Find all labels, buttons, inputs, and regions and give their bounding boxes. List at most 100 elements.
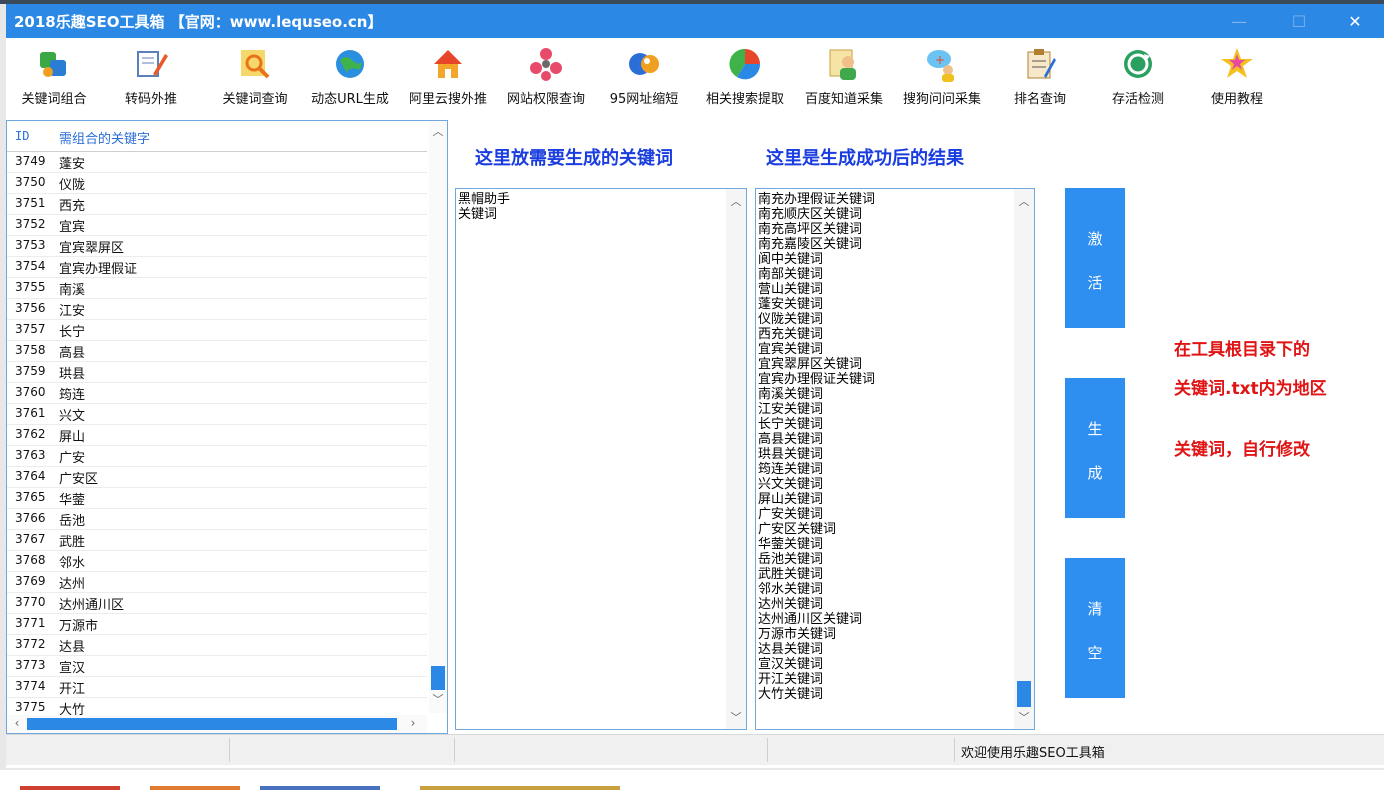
table-row[interactable]: 3773 宣汉 <box>7 656 427 677</box>
keyword-rows: 3749 蓬安 3750 仪陇 3751 西充 3752 宜宾 3753 宜宾翠屏区 3754 宜宾办… <box>7 152 427 719</box>
minimize-button[interactable]: — <box>1216 4 1262 38</box>
status-cell-4 <box>768 738 955 762</box>
result-heading: 这里是生成成功后的结果 <box>766 148 964 169</box>
table-row[interactable]: 3772 达县 <box>7 635 427 656</box>
table-row[interactable]: 3758 高县 <box>7 341 427 362</box>
table-row[interactable]: 3759 珙县 <box>7 362 427 383</box>
result-text: 南充办理假证关键词 南充顺庆区关键词 南充高坪区关键词 南充嘉陵区关键词 阆中关… <box>758 192 876 702</box>
scroll-up-icon[interactable]: ︿ <box>726 193 746 209</box>
table-row[interactable]: 3763 广安 <box>7 446 427 467</box>
table-row[interactable]: 3765 华蓥 <box>7 488 427 509</box>
close-button[interactable]: ✕ <box>1332 4 1378 38</box>
maximize-icon: ☐ <box>1291 11 1307 31</box>
scroll-up-icon[interactable]: ︿ <box>1014 193 1034 209</box>
table-row[interactable]: 3770 达州通川区 <box>7 593 427 614</box>
table-row[interactable]: 3757 长宁 <box>7 320 427 341</box>
toolbar-item-dynamic-url[interactable]: 动态URL生成 <box>306 46 394 116</box>
related-search-icon <box>729 48 761 80</box>
table-row[interactable]: 3756 江安 <box>7 299 427 320</box>
row-id: 3766 <box>15 511 46 525</box>
row-id: 3774 <box>15 679 46 693</box>
row-keyword: 屏山 <box>59 430 86 445</box>
row-keyword: 仪陇 <box>59 178 86 193</box>
toolbar-item-aliyun-push[interactable]: 阿里云搜外推 <box>402 46 494 116</box>
toolbar-item-keyword-combo[interactable]: 关键词组合 <box>10 46 98 116</box>
row-keyword: 岳池 <box>59 514 86 529</box>
row-id: 3772 <box>15 637 46 651</box>
scroll-down-icon[interactable]: ﹀ <box>1014 709 1034 725</box>
row-id: 3762 <box>15 427 46 441</box>
table-row[interactable]: 3760 筠连 <box>7 383 427 404</box>
scroll-up-icon[interactable]: ︿ <box>429 123 447 139</box>
toolbar-item-site-authority[interactable]: 网站权限查询 <box>500 46 592 116</box>
table-row[interactable]: 3753 宜宾翠屏区 <box>7 236 427 257</box>
table-row[interactable]: 3767 武胜 <box>7 530 427 551</box>
column-header-id[interactable]: ID <box>15 129 29 143</box>
table-row[interactable]: 3761 兴文 <box>7 404 427 425</box>
url-shorten-icon <box>629 53 659 75</box>
input-scrollbar[interactable]: ︿ ﹀ <box>726 189 746 729</box>
scroll-down-icon[interactable]: ﹀ <box>429 691 447 707</box>
column-header-keyword[interactable]: 需组合的关键字 <box>59 128 150 147</box>
row-keyword: 兴文 <box>59 409 86 424</box>
row-keyword: 宜宾翠屏区 <box>59 241 125 256</box>
row-keyword: 华蓥 <box>59 493 86 508</box>
row-keyword: 江安 <box>59 304 86 319</box>
row-id: 3752 <box>15 217 46 231</box>
row-id: 3769 <box>15 574 46 588</box>
input-keywords-text: 黑帽助手 关键词 <box>458 192 511 222</box>
toolbar-item-keyword-query[interactable]: 关键词查询 <box>210 46 300 116</box>
table-row[interactable]: 3762 屏山 <box>7 425 427 446</box>
row-keyword: 高县 <box>59 346 86 361</box>
toolbar-item-related-search[interactable]: 相关搜索提取 <box>696 46 794 116</box>
scroll-down-icon[interactable]: ﹀ <box>726 709 746 725</box>
row-keyword: 武胜 <box>59 535 86 550</box>
app-window: 2018乐趣SEO工具箱 【官网：www.lequseo.cn】 — ☐ ✕ 关… <box>6 4 1384 768</box>
scroll-left-icon[interactable]: ‹ <box>9 716 25 732</box>
scrollbar-thumb[interactable] <box>431 666 445 690</box>
table-row[interactable]: 3769 达州 <box>7 572 427 593</box>
toolbar-item-transcode-push[interactable]: 转码外推 <box>112 46 190 116</box>
table-row[interactable]: 3774 开江 <box>7 677 427 698</box>
row-keyword: 广安 <box>59 451 86 466</box>
alive-check-icon <box>1124 50 1152 78</box>
table-row[interactable]: 3766 岳池 <box>7 509 427 530</box>
result-scrollbar[interactable]: ︿ ﹀ <box>1014 189 1034 729</box>
toolbar-item-baidu-zhidao[interactable]: 百度知道采集 <box>798 46 890 116</box>
toolbar-item-url-shorten[interactable]: 95网址缩短 <box>602 46 686 116</box>
table-row[interactable]: 3764 广安区 <box>7 467 427 488</box>
scrollbar-thumb[interactable] <box>1017 681 1031 707</box>
scroll-right-icon[interactable]: › <box>405 716 421 732</box>
table-row[interactable]: 3750 仪陇 <box>7 173 427 194</box>
list-horizontal-scrollbar[interactable]: ‹ › <box>7 715 427 733</box>
row-id: 3771 <box>15 616 46 630</box>
table-row[interactable]: 3768 邻水 <box>7 551 427 572</box>
row-keyword: 蓬安 <box>59 157 86 172</box>
input-keywords-textarea[interactable]: 黑帽助手 关键词 ︿ ﹀ <box>455 188 747 730</box>
keyword-combo-icon <box>40 52 66 77</box>
table-row[interactable]: 3755 南溪 <box>7 278 427 299</box>
list-vertical-scrollbar[interactable]: ︿ ﹀ <box>429 121 447 713</box>
keyword-query-icon <box>241 50 270 79</box>
activate-button[interactable]: 激 活 <box>1065 188 1125 328</box>
toolbar-item-sogou-wenwen[interactable]: + 搜狗问问采集 <box>896 46 988 116</box>
table-row[interactable]: 3749 蓬安 <box>7 152 427 173</box>
generate-button[interactable]: 生 成 <box>1065 378 1125 518</box>
table-row[interactable]: 3771 万源市 <box>7 614 427 635</box>
row-keyword: 珙县 <box>59 367 86 382</box>
result-textarea[interactable]: 南充办理假证关键词 南充顺庆区关键词 南充高坪区关键词 南充嘉陵区关键词 阆中关… <box>755 188 1035 730</box>
toolbar-item-tutorial[interactable]: 使用教程 <box>1200 46 1274 116</box>
transcode-push-icon <box>137 51 168 77</box>
note-line-3: 关键词，自行修改 <box>1174 440 1310 460</box>
toolbar-item-alive-check[interactable]: 存活检测 <box>1102 46 1174 116</box>
horizontal-scrollbar-thumb[interactable] <box>27 718 397 730</box>
clear-button[interactable]: 清 空 <box>1065 558 1125 698</box>
table-row[interactable]: 3752 宜宾 <box>7 215 427 236</box>
table-row[interactable]: 3751 西充 <box>7 194 427 215</box>
maximize-button[interactable]: ☐ <box>1276 4 1322 38</box>
keyword-list-panel[interactable]: ID 需组合的关键字 3749 蓬安 3750 仪陇 3751 西充 3752 宜宾 3753 宜… <box>6 120 448 734</box>
status-message: 欢迎使用乐趣SEO工具箱 <box>961 746 1105 761</box>
table-row[interactable]: 3754 宜宾办理假证 <box>7 257 427 278</box>
toolbar-item-rank-query[interactable]: 排名查询 <box>1004 46 1076 116</box>
row-id: 3754 <box>15 259 46 273</box>
